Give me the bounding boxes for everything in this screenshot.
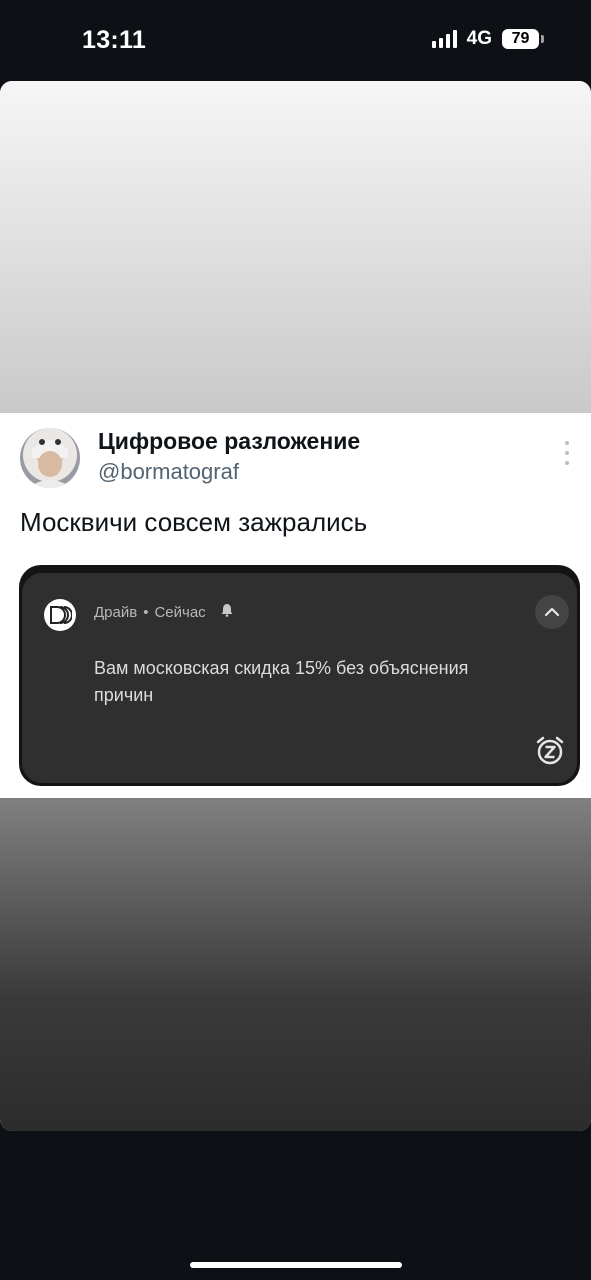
- more-options-icon: [560, 441, 574, 465]
- bell-icon: [220, 603, 234, 621]
- tweet-screenshot: Цифровое разложение @bormatograf Москвич…: [0, 413, 591, 798]
- notification-meta: Драйв • Сейчас: [94, 603, 234, 621]
- user-handle: @bormatograf: [98, 459, 239, 484]
- notification-body: Вам московская скидка 15% без объяснения…: [94, 658, 469, 705]
- notification-card: Драйв • Сейчас Вам московская скидка 15%…: [22, 573, 577, 783]
- status-time: 13:11: [82, 26, 147, 54]
- collapse-button: [535, 595, 569, 629]
- display-name: Цифровое разложение: [98, 428, 361, 454]
- snooze-alarm-icon: [535, 736, 565, 766]
- app-name: Драйв: [94, 603, 138, 621]
- battery-icon: 79: [502, 29, 544, 49]
- chevron-up-icon: [544, 607, 560, 617]
- home-indicator[interactable]: [190, 1262, 402, 1268]
- network-type: 4G: [466, 28, 492, 49]
- image-padding-top: [0, 81, 591, 413]
- signal-icon: [431, 30, 457, 48]
- tweet-text: Москвичи совсем зажрались: [20, 507, 368, 537]
- status-bar: 13:11 4G 79: [0, 0, 591, 80]
- app-logo-icon: [44, 599, 76, 631]
- notification-card-frame: Драйв • Сейчас Вам московская скидка 15%…: [19, 565, 580, 786]
- image-viewer[interactable]: Цифровое разложение @bormatograf Москвич…: [0, 81, 591, 1131]
- battery-level: 79: [511, 30, 530, 47]
- notification-time: Сейчас: [154, 603, 206, 621]
- image-padding-bottom: [0, 798, 591, 1131]
- meta-separator: •: [143, 603, 149, 621]
- avatar: [20, 428, 80, 488]
- status-indicators: 4G 79: [431, 28, 544, 50]
